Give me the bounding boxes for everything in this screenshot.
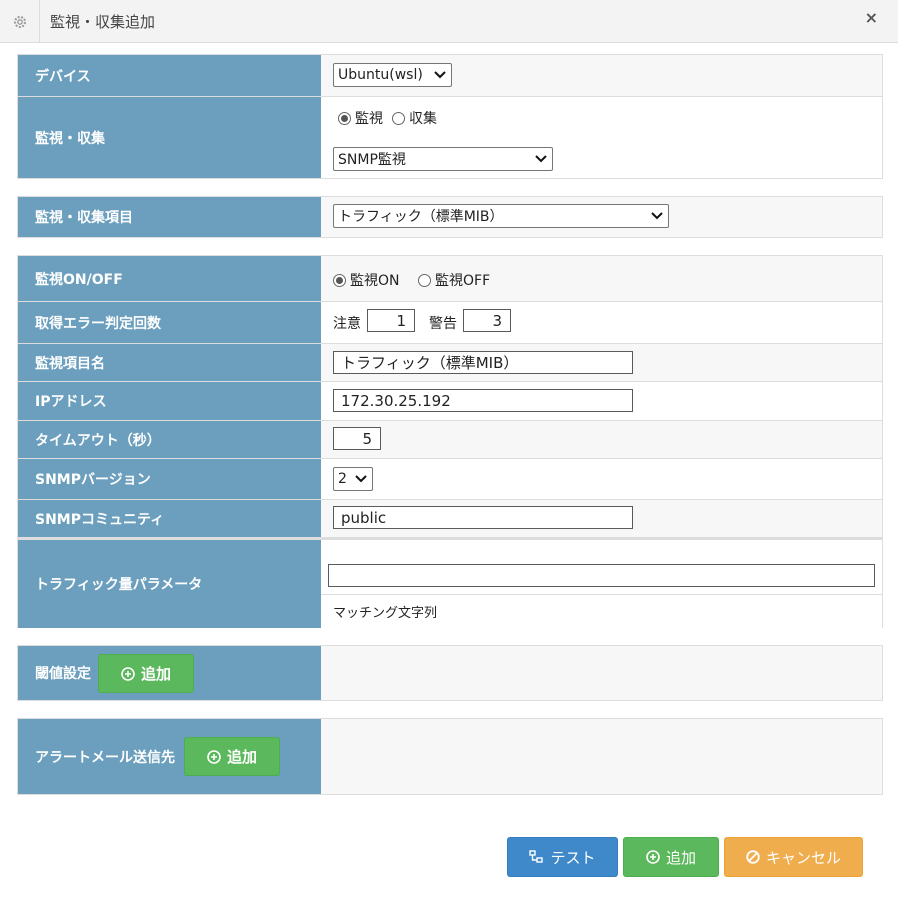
alert-mail-section: アラートメール送信先 追加 [17, 718, 883, 795]
timeout-row: タイムアウト（秒） 5 [18, 421, 882, 459]
radio-monitor-off[interactable]: 監視OFF [418, 270, 490, 290]
chevron-down-icon [535, 155, 547, 163]
plus-circle-icon [646, 850, 660, 864]
plus-circle-icon [207, 749, 221, 764]
snmp-community-input[interactable]: public [333, 506, 633, 529]
ip-label: IPアドレス [18, 382, 321, 420]
mode-label: 監視・収集 [18, 97, 321, 178]
warning-input[interactable]: 3 [463, 309, 511, 332]
timeout-input[interactable]: 5 [333, 427, 381, 450]
threshold-section: 閾値設定 追加 [17, 645, 883, 701]
item-label: 監視・収集項目 [18, 197, 321, 237]
snmp-version-label: SNMPバージョン [18, 459, 321, 499]
warning-label: 警告 [429, 316, 457, 332]
error-count-label: 取得エラー判定回数 [18, 302, 321, 343]
mode-row: 監視・収集 監視 収集 SNMP監視 [18, 97, 882, 178]
radio-monitor-on[interactable]: 監視ON [333, 270, 400, 290]
close-icon[interactable]: × [865, 8, 878, 27]
chevron-down-icon [434, 71, 446, 79]
device-label: デバイス [18, 55, 321, 96]
snmp-version-row: SNMPバージョン 2 [18, 459, 882, 500]
alert-mail-add-button[interactable]: 追加 [184, 737, 280, 776]
chevron-down-icon [651, 212, 663, 220]
caution-label: 注意 [333, 316, 361, 332]
monitor-type-select[interactable]: SNMP監視 [333, 147, 553, 171]
snmp-community-label: SNMPコミュニティ [18, 500, 321, 537]
ip-input[interactable]: 172.30.25.192 [333, 389, 633, 412]
test-button[interactable]: テスト [507, 837, 618, 877]
radio-monitor[interactable]: 監視 [338, 108, 383, 128]
traffic-param-label: トラフィック量パラメータ [18, 540, 321, 628]
cancel-button[interactable]: キャンセル [724, 837, 863, 877]
plus-circle-icon [121, 666, 135, 681]
snmp-version-select[interactable]: 2 [333, 467, 373, 491]
item-name-input[interactable]: トラフィック（標準MIB） [333, 351, 633, 374]
sitemap-icon [529, 850, 544, 863]
traffic-param-input[interactable] [328, 564, 875, 587]
traffic-param-hint: マッチング文字列 [333, 606, 438, 621]
ip-row: IPアドレス 172.30.25.192 [18, 382, 882, 421]
item-row: 監視・収集項目 トラフィック（標準MIB） [18, 197, 882, 237]
settings-section: 監視ON/OFF 監視ON 監視OFF 取得エラー判定回数 注意 1 警告 3 … [17, 255, 883, 628]
monitor-onoff-row: 監視ON/OFF 監視ON 監視OFF [18, 256, 882, 302]
threshold-row: 閾値設定 追加 [18, 646, 882, 700]
alert-mail-label: アラートメール送信先 [35, 749, 175, 766]
ban-icon [746, 850, 760, 864]
item-section: 監視・収集項目 トラフィック（標準MIB） [17, 196, 883, 238]
device-select[interactable]: Ubuntu(wsl) [333, 63, 452, 87]
dialog-titlebar: 監視・収集追加 × [0, 0, 898, 43]
chevron-down-icon [355, 475, 367, 483]
dialog-title: 監視・収集追加 [50, 13, 156, 31]
device-section: デバイス Ubuntu(wsl) 監視・収集 監視 収集 SNMP監視 [17, 54, 883, 179]
snmp-community-row: SNMPコミュニティ public [18, 500, 882, 540]
radio-collect[interactable]: 収集 [392, 108, 437, 128]
item-name-row: 監視項目名 トラフィック（標準MIB） [18, 344, 882, 382]
alert-mail-row: アラートメール送信先 追加 [18, 719, 882, 794]
error-count-row: 取得エラー判定回数 注意 1 警告 3 [18, 302, 882, 344]
add-button[interactable]: 追加 [623, 837, 719, 877]
traffic-param-row: トラフィック量パラメータ マッチング文字列 [18, 540, 882, 628]
timeout-label: タイムアウト（秒） [18, 421, 321, 458]
monitor-onoff-label: 監視ON/OFF [18, 256, 321, 301]
caution-input[interactable]: 1 [367, 309, 415, 332]
threshold-add-button[interactable]: 追加 [98, 654, 194, 693]
device-row: デバイス Ubuntu(wsl) [18, 55, 882, 97]
item-name-label: 監視項目名 [18, 344, 321, 381]
gear-icon [0, 0, 40, 43]
threshold-label: 閾値設定 [35, 666, 91, 682]
item-select[interactable]: トラフィック（標準MIB） [333, 204, 669, 228]
